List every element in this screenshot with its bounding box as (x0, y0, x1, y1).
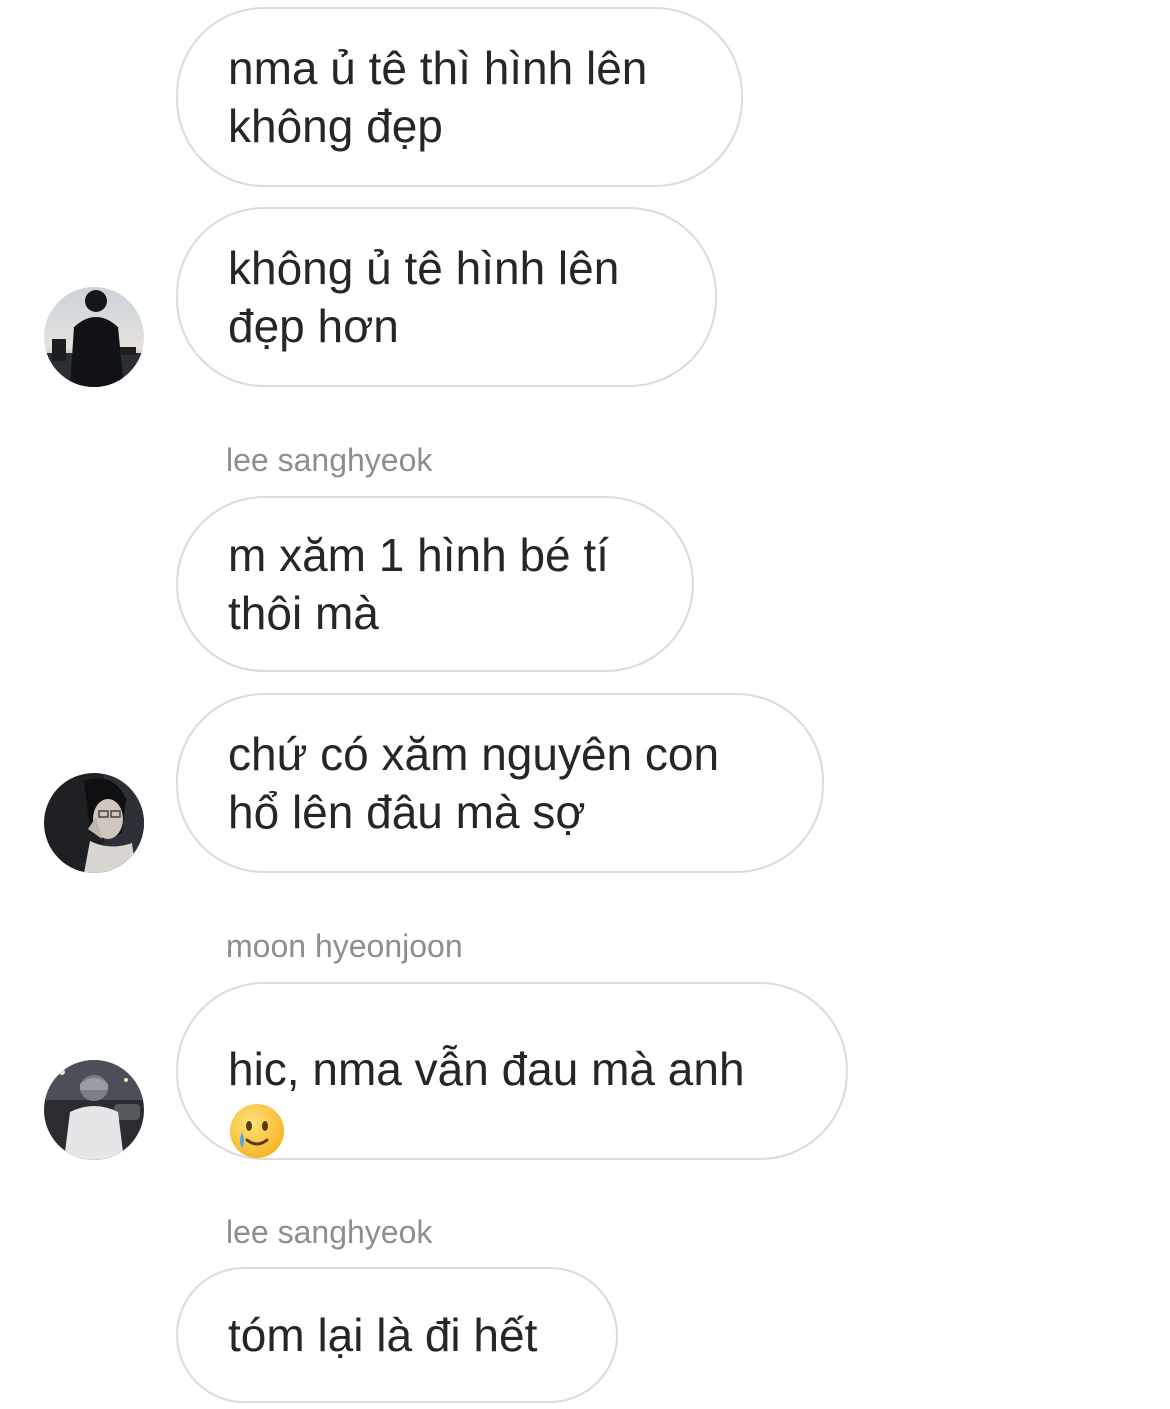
avatar-person-jacket-icon (44, 287, 144, 387)
sender-name: lee sanghyeok (226, 1214, 433, 1250)
message-text: m xăm 1 hình bé tí thôi mà (228, 529, 609, 639)
message-text: hic, nma vẫn đau mà anh (228, 982, 745, 1160)
message-bubble[interactable]: hic, nma vẫn đau mà anh (176, 982, 848, 1160)
avatar-person-street-icon (44, 1060, 144, 1160)
sender-avatar[interactable] (44, 287, 144, 387)
sender-avatar[interactable] (44, 773, 144, 873)
message-text: tóm lại là đi hết (228, 1309, 538, 1361)
message-text-line: hic, nma vẫn đau mà anh (228, 1043, 745, 1096)
message-bubble[interactable]: chứ có xăm nguyên con hổ lên đâu mà sợ (176, 693, 824, 873)
crying-smile-emoji-icon (230, 1103, 284, 1158)
message-bubble[interactable]: nma ủ tê thì hình lên không đẹp (176, 7, 743, 187)
avatar-person-glasses-icon (44, 773, 144, 873)
message-bubble[interactable]: m xăm 1 hình bé tí thôi mà (176, 496, 694, 672)
message-bubble[interactable]: không ủ tê hình lên đẹp hơn (176, 207, 717, 387)
sender-name: moon hyeonjoon (226, 928, 463, 964)
sender-name: lee sanghyeok (226, 442, 433, 478)
message-text: nma ủ tê thì hình lên không đẹp (228, 42, 648, 152)
message-text: chứ có xăm nguyên con hổ lên đâu mà sợ (228, 728, 720, 838)
message-bubble[interactable]: tóm lại là đi hết (176, 1267, 618, 1403)
message-text: không ủ tê hình lên đẹp hơn (228, 242, 620, 352)
sender-avatar[interactable] (44, 1060, 144, 1160)
